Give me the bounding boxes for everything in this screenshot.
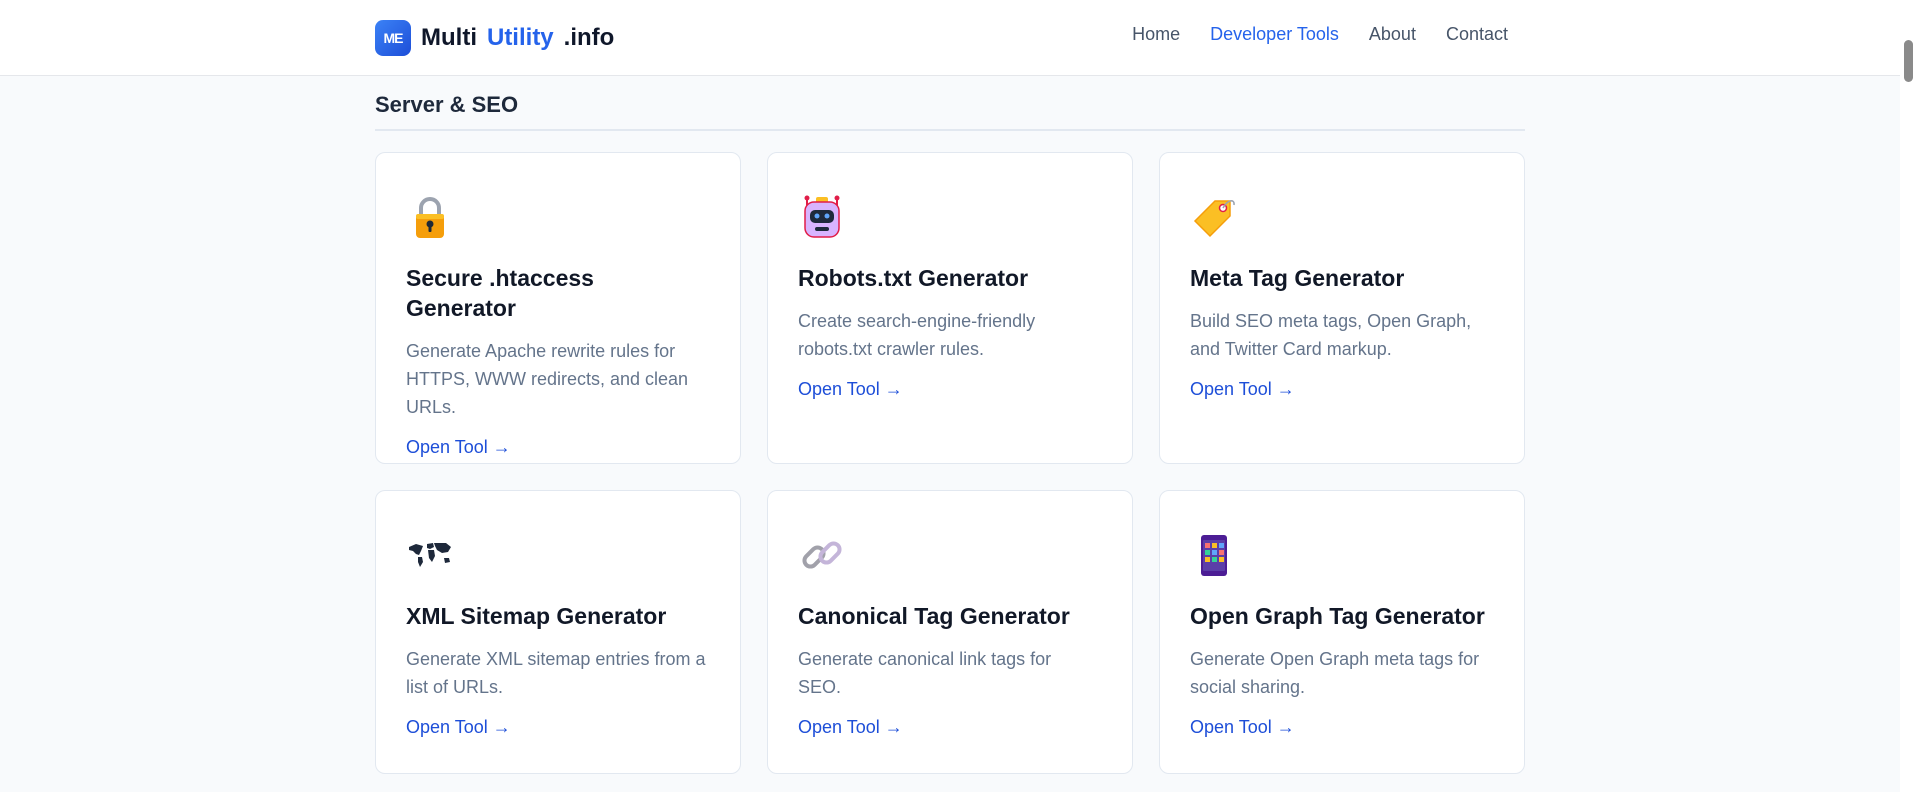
nav-home[interactable]: Home bbox=[1132, 24, 1180, 45]
tool-card-xml-sitemap[interactable]: XML Sitemap Generator Generate XML sitem… bbox=[375, 490, 741, 774]
tool-card-description: Build SEO meta tags, Open Graph, and Twi… bbox=[1190, 311, 1472, 359]
tool-card-meta-tag[interactable]: Meta Tag Generator Build SEO meta tags, … bbox=[1159, 152, 1525, 464]
open-tool-link[interactable]: Open Tool → bbox=[798, 379, 903, 400]
tool-card-title: Meta Tag Generator bbox=[1190, 265, 1405, 291]
link-icon bbox=[802, 541, 842, 569]
world-map-icon bbox=[409, 543, 451, 567]
tool-card-htaccess[interactable]: Secure .htaccess Generator Generate Apac… bbox=[375, 152, 741, 464]
brand-name: Multi Utility .info bbox=[421, 24, 614, 52]
open-tool-link[interactable]: Open Tool → bbox=[1190, 717, 1295, 738]
tool-card-title: XML Sitemap Generator bbox=[406, 603, 667, 629]
nav-about[interactable]: About bbox=[1369, 24, 1416, 45]
main-nav: Home Developer Tools About Contact bbox=[1132, 24, 1508, 45]
tool-card-grid: Secure .htaccess Generator Generate Apac… bbox=[375, 152, 1525, 774]
open-tool-link[interactable]: Open Tool → bbox=[798, 717, 903, 738]
section-title: Server & SEO bbox=[375, 92, 519, 117]
tool-card-description: Generate Apache rewrite rules for HTTPS,… bbox=[406, 341, 689, 417]
tool-card-title: Canonical Tag Generator bbox=[798, 603, 1070, 629]
site-header: ME Multi Utility .info Home Developer To… bbox=[0, 0, 1900, 76]
open-tool-link[interactable]: Open Tool → bbox=[406, 717, 511, 738]
tool-card-title: Secure .htaccess Generator bbox=[406, 265, 594, 321]
tool-card-title: Robots.txt Generator bbox=[798, 265, 1029, 291]
brand-word-utility: Utility bbox=[486, 24, 554, 51]
tool-card-description: Generate canonical link tags for SEO. bbox=[798, 649, 1052, 697]
open-tool-link[interactable]: Open Tool → bbox=[406, 437, 511, 458]
tool-card-description: Create search-engine-friendly robots.txt… bbox=[798, 311, 1036, 359]
brand-logo-icon: ME bbox=[375, 20, 411, 56]
scrollbar-thumb[interactable] bbox=[1904, 40, 1913, 82]
tool-card-description: Generate Open Graph meta tags for social… bbox=[1190, 649, 1480, 697]
page-scrollbar[interactable] bbox=[1900, 0, 1918, 792]
brand-logo-link[interactable]: ME Multi Utility .info bbox=[375, 20, 614, 56]
tag-icon bbox=[1193, 200, 1235, 238]
lock-icon bbox=[416, 197, 444, 238]
tool-card-robots[interactable]: Robots.txt Generator Create search-engin… bbox=[767, 152, 1133, 464]
mobile-phone-icon bbox=[1201, 535, 1227, 576]
tool-card-title: Open Graph Tag Generator bbox=[1190, 603, 1485, 629]
brand-word-info: .info bbox=[563, 24, 615, 51]
robot-icon bbox=[804, 195, 840, 238]
section-divider bbox=[375, 129, 1525, 131]
tool-card-canonical[interactable]: Canonical Tag Generator Generate canonic… bbox=[767, 490, 1133, 774]
tool-card-open-graph[interactable]: Open Graph Tag Generator Generate Open G… bbox=[1159, 490, 1525, 774]
brand-word-multi: Multi bbox=[421, 24, 477, 51]
tool-card-description: Generate XML sitemap entries from a list… bbox=[406, 649, 706, 697]
open-tool-link[interactable]: Open Tool → bbox=[1190, 379, 1295, 400]
nav-contact[interactable]: Contact bbox=[1446, 24, 1508, 45]
nav-developer-tools[interactable]: Developer Tools bbox=[1210, 24, 1339, 45]
